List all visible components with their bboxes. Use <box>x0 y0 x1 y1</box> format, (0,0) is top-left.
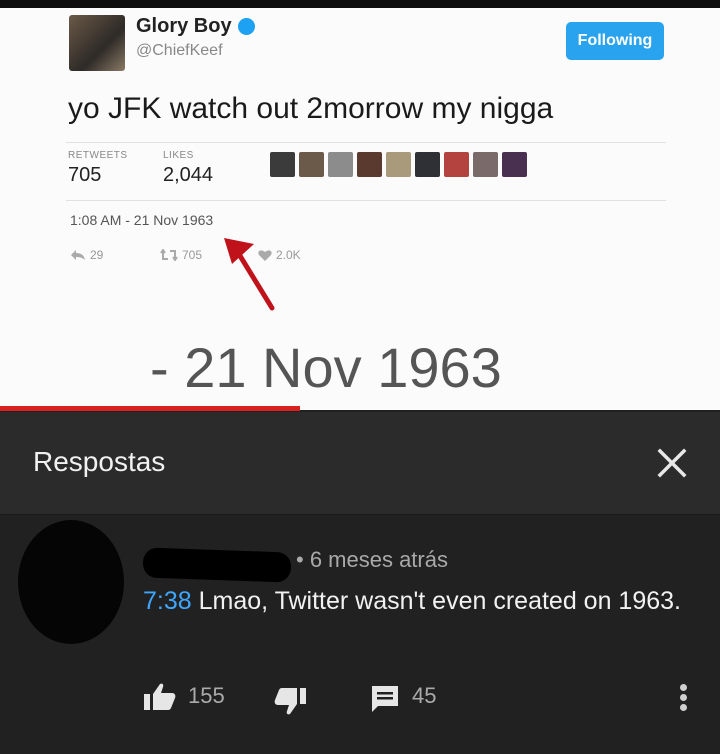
likes-value: 2,044 <box>163 164 214 186</box>
video-progress-bar[interactable] <box>0 406 300 411</box>
liker-avatar <box>270 152 295 177</box>
liker-avatar <box>328 152 353 177</box>
following-button: Following <box>566 22 664 60</box>
liker-avatar <box>444 152 469 177</box>
retweet-icon <box>160 249 178 261</box>
tweet-text: yo JFK watch out 2morrow my nigga <box>68 92 554 125</box>
liker-avatars <box>270 152 527 177</box>
verified-badge-icon <box>237 18 255 35</box>
tweet-retweet-action: 705 <box>160 248 202 262</box>
reply-comment-button[interactable] <box>370 684 400 714</box>
tweet-timestamp: 1:08 AM - 21 Nov 1963 <box>70 212 214 228</box>
like-button[interactable] <box>143 682 177 712</box>
more-dot <box>680 704 687 711</box>
red-arrow-icon <box>224 238 275 311</box>
liker-avatar <box>357 152 382 177</box>
replies-title: Respostas <box>33 446 166 477</box>
liker-avatar <box>473 152 498 177</box>
top-black-bar <box>0 0 720 8</box>
liker-avatar <box>415 152 440 177</box>
reply-icon <box>71 250 85 260</box>
divider <box>66 200 666 201</box>
tweet-screenshot: Glory Boy @ChiefKeef Following yo JFK wa… <box>0 0 720 410</box>
more-dot <box>680 684 687 691</box>
more-options-button[interactable] <box>676 680 692 716</box>
commenter-name-redacted[interactable] <box>142 547 292 583</box>
zoomed-date: - 21 Nov 1963 <box>150 336 502 399</box>
more-dot <box>680 694 687 701</box>
comment-reply-count: 45 <box>412 683 437 708</box>
commenter-avatar[interactable] <box>18 520 124 644</box>
close-button[interactable] <box>652 443 692 483</box>
tweet-reply-action: 29 <box>70 248 103 262</box>
likes-label: LIKES <box>163 150 194 161</box>
close-icon <box>657 448 687 478</box>
tweet-handle: @ChiefKeef <box>136 42 223 59</box>
comment-text: 7:38 Lmao, Twitter wasn't even created o… <box>143 587 681 615</box>
retweets-value: 705 <box>68 164 102 186</box>
comment-timestamp-link[interactable]: 7:38 <box>143 587 192 615</box>
tweet-display-name: Glory Boy <box>136 15 255 38</box>
liker-avatar <box>502 152 527 177</box>
liker-avatar <box>299 152 324 177</box>
divider <box>66 142 666 143</box>
retweets-label: RETWEETS <box>68 150 128 161</box>
tweet-avatar <box>69 15 125 71</box>
dislike-button[interactable] <box>273 686 307 716</box>
liker-avatar <box>386 152 411 177</box>
comment-meta: • 6 meses atrás <box>296 547 448 572</box>
comment-like-count: 155 <box>188 683 225 708</box>
